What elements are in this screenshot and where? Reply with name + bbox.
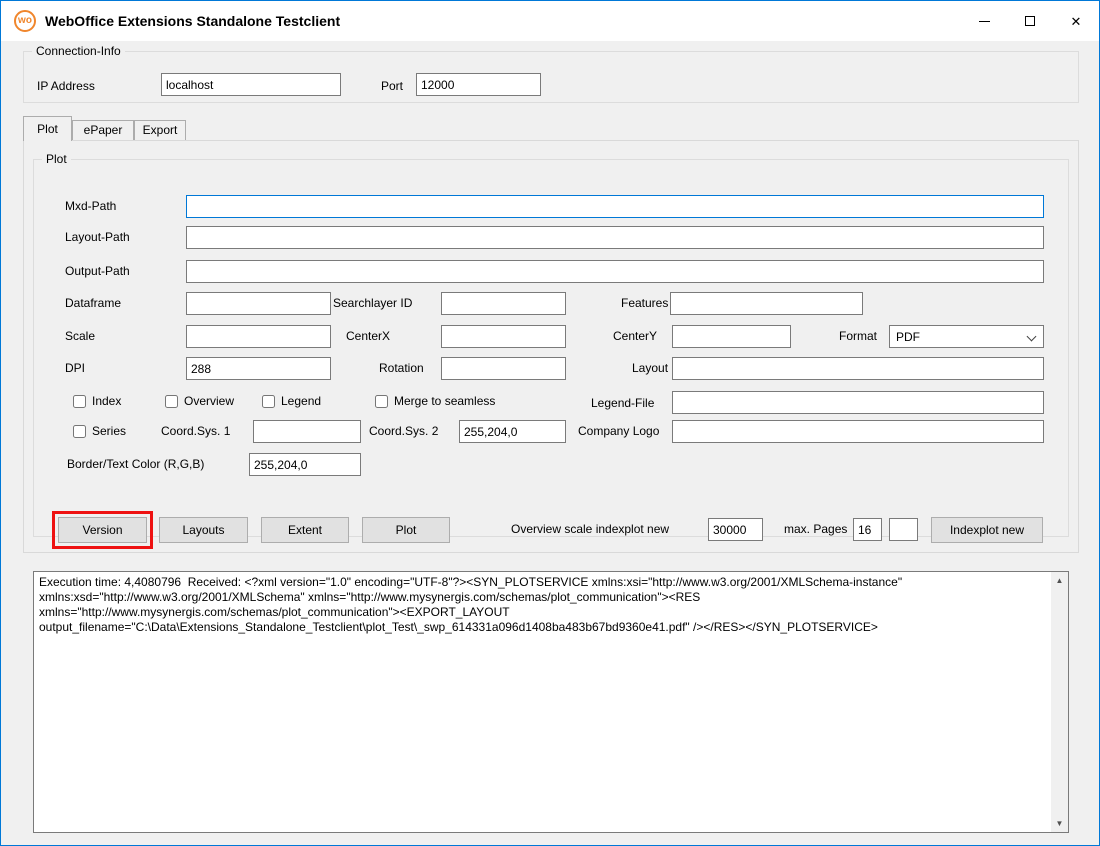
window-controls: ✕ [961, 1, 1099, 41]
overview-checkbox-label: Overview [184, 394, 234, 408]
index-checkbox-input[interactable] [73, 395, 86, 408]
layout-path-input[interactable] [186, 226, 1044, 249]
output-log[interactable]: Execution time: 4,4080796 Received: <?xm… [34, 572, 1051, 832]
border-text-color-label: Border/Text Color (R,G,B) [67, 457, 204, 472]
company-logo-label: Company Logo [578, 424, 659, 439]
app-logo-icon: wo [14, 10, 36, 32]
rotation-label: Rotation [379, 361, 424, 376]
chevron-down-icon [1027, 332, 1037, 342]
merge-to-seamless-checkbox[interactable]: Merge to seamless [375, 393, 495, 409]
rotation-input[interactable] [441, 357, 566, 380]
version-button[interactable]: Version [58, 517, 147, 543]
legend-checkbox-label: Legend [281, 394, 321, 408]
scale-label: Scale [65, 329, 95, 344]
centery-label: CenterY [613, 329, 657, 344]
scroll-down-button[interactable]: ▼ [1051, 815, 1068, 832]
dataframe-label: Dataframe [65, 296, 121, 311]
centerx-label: CenterX [346, 329, 390, 344]
coord-sys-2-label: Coord.Sys. 2 [369, 424, 438, 439]
layout-input[interactable] [672, 357, 1044, 380]
titlebar[interactable]: wo WebOffice Extensions Standalone Testc… [1, 1, 1099, 41]
centerx-input[interactable] [441, 325, 566, 348]
index-checkbox-label: Index [92, 394, 121, 408]
tab-epaper[interactable]: ePaper [72, 120, 134, 140]
merge-to-seamless-checkbox-input[interactable] [375, 395, 388, 408]
plot-group-label: Plot [42, 152, 71, 166]
max-pages-input[interactable] [853, 518, 882, 541]
indexplot-new-button[interactable]: Indexplot new [931, 517, 1043, 543]
series-checkbox-input[interactable] [73, 425, 86, 438]
scroll-up-button[interactable]: ▲ [1051, 572, 1068, 589]
overview-scale-input[interactable] [708, 518, 763, 541]
features-label: Features [621, 296, 668, 311]
mxd-path-label: Mxd-Path [65, 199, 116, 214]
minimize-icon [979, 21, 990, 22]
output-path-input[interactable] [186, 260, 1044, 283]
centery-input[interactable] [672, 325, 791, 348]
close-button[interactable]: ✕ [1053, 1, 1099, 41]
close-icon: ✕ [1071, 15, 1082, 28]
maximize-button[interactable] [1007, 1, 1053, 41]
maximize-icon [1025, 16, 1035, 26]
output-scrollbar[interactable]: ▲ ▼ [1051, 572, 1068, 832]
ip-address-label: IP Address [37, 79, 95, 94]
extra-input[interactable] [889, 518, 918, 541]
connection-info-group-label: Connection-Info [32, 44, 125, 58]
overview-scale-label: Overview scale indexplot new [511, 522, 669, 537]
plot-button[interactable]: Plot [362, 517, 450, 543]
format-selected-value: PDF [896, 330, 920, 344]
max-pages-label: max. Pages [784, 522, 847, 537]
output-box[interactable]: Execution time: 4,4080796 Received: <?xm… [33, 571, 1069, 833]
port-label: Port [381, 79, 403, 94]
layout-label: Layout [632, 361, 668, 376]
layouts-button[interactable]: Layouts [159, 517, 248, 543]
features-input[interactable] [670, 292, 863, 315]
tab-export[interactable]: Export [134, 120, 186, 140]
series-checkbox[interactable]: Series [73, 423, 126, 439]
legend-file-label: Legend-File [591, 396, 654, 411]
layout-path-label: Layout-Path [65, 230, 130, 245]
window-title: WebOffice Extensions Standalone Testclie… [45, 1, 340, 41]
company-logo-input[interactable] [672, 420, 1044, 443]
index-checkbox[interactable]: Index [73, 393, 121, 409]
coord-sys-2-input[interactable] [459, 420, 566, 443]
legend-checkbox[interactable]: Legend [262, 393, 321, 409]
dpi-label: DPI [65, 361, 85, 376]
extent-button[interactable]: Extent [261, 517, 349, 543]
scroll-up-icon: ▲ [1056, 576, 1064, 585]
scale-input[interactable] [186, 325, 331, 348]
dataframe-input[interactable] [186, 292, 331, 315]
legend-file-input[interactable] [672, 391, 1044, 414]
dpi-input[interactable] [186, 357, 331, 380]
tab-plot[interactable]: Plot [23, 116, 72, 141]
ip-address-input[interactable] [161, 73, 341, 96]
series-checkbox-label: Series [92, 424, 126, 438]
port-input[interactable] [416, 73, 541, 96]
merge-to-seamless-checkbox-label: Merge to seamless [394, 394, 495, 408]
mxd-path-input[interactable] [186, 195, 1044, 218]
scroll-down-icon: ▼ [1056, 819, 1064, 828]
border-text-color-input[interactable] [249, 453, 361, 476]
minimize-button[interactable] [961, 1, 1007, 41]
coord-sys-1-label: Coord.Sys. 1 [161, 424, 230, 439]
format-label: Format [839, 329, 877, 344]
legend-checkbox-input[interactable] [262, 395, 275, 408]
app-window: wo WebOffice Extensions Standalone Testc… [0, 0, 1100, 846]
format-select[interactable]: PDF [889, 325, 1044, 348]
overview-checkbox-input[interactable] [165, 395, 178, 408]
coord-sys-1-input[interactable] [253, 420, 361, 443]
output-path-label: Output-Path [65, 264, 130, 279]
searchlayer-id-label: Searchlayer ID [333, 296, 412, 311]
searchlayer-id-input[interactable] [441, 292, 566, 315]
overview-checkbox[interactable]: Overview [165, 393, 234, 409]
